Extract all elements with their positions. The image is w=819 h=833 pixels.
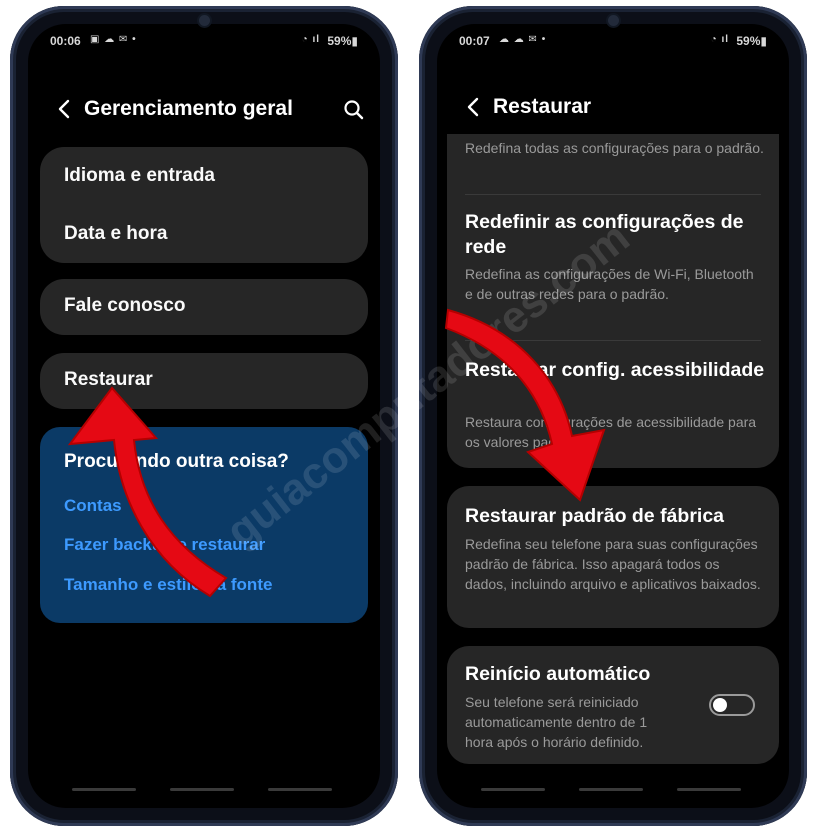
page-title: Restaurar <box>493 95 592 118</box>
divider <box>465 340 761 341</box>
factory-reset-desc: Redefina seu telefone para suas configur… <box>465 536 761 592</box>
auto-restart-title: Reinício automático <box>465 663 651 685</box>
chevron-left-icon <box>58 99 70 119</box>
link-contas[interactable]: Contas <box>64 496 122 516</box>
status-time: 00:07 <box>459 34 490 48</box>
signal-icons: ◔ ıl <box>301 34 320 45</box>
reset-network-title[interactable]: Redefinir as configurações de rede <box>465 210 765 260</box>
signal-icons: ◔ ıl <box>710 34 729 45</box>
auto-restart-desc: Seu telefone será reiniciado automaticam… <box>465 694 648 750</box>
menu-item-idioma[interactable]: Idioma e entrada <box>64 165 215 187</box>
link-backup-restaurar[interactable]: Fazer backup e restaurar <box>64 535 265 555</box>
settings-group-language: Idioma e entrada Data e hora <box>40 147 368 263</box>
factory-reset-title: Restaurar padrão de fábrica <box>465 505 725 527</box>
suggestions-card: Procurando outra coisa? Contas Fazer bac… <box>40 427 368 623</box>
link-tamanho-fonte[interactable]: Tamanho e estilo da fonte <box>64 575 272 595</box>
left-screen: 00:06 ▣ ☁ ✉ • ◔ ıl 59%▮ Gerenciamento ge… <box>28 24 380 808</box>
reset-accessibility-desc: Restaura configurações de acessibilidade… <box>465 414 757 450</box>
right-screen: 00:07 ☁ ☁ ✉ • ◔ ıl 59%▮ Restaurar Redefi… <box>437 24 789 808</box>
battery-indicator: 59%▮ <box>327 34 358 48</box>
app-bar: Restaurar <box>437 92 789 128</box>
divider <box>465 194 761 195</box>
back-button[interactable] <box>50 94 80 124</box>
search-icon <box>344 100 364 120</box>
navigation-bar <box>437 788 789 792</box>
battery-indicator: 59%▮ <box>736 34 767 48</box>
search-button[interactable] <box>340 96 368 124</box>
navigation-bar <box>28 788 380 792</box>
app-bar: Gerenciamento geral <box>28 94 380 130</box>
reset-options-card: Redefina todas as configurações para o p… <box>447 134 779 468</box>
reset-all-desc[interactable]: Redefina todas as configurações para o p… <box>465 138 765 178</box>
front-camera <box>199 15 210 26</box>
notification-icons: ▣ ☁ ✉ • <box>90 34 137 45</box>
auto-restart-toggle[interactable] <box>709 694 755 716</box>
settings-group-contact: Fale conosco <box>40 279 368 335</box>
menu-item-data-hora[interactable]: Data e hora <box>64 223 167 245</box>
auto-restart-card[interactable]: Reinício automático Seu telefone será re… <box>447 646 779 764</box>
menu-item-restaurar[interactable]: Restaurar <box>64 369 153 391</box>
settings-group-reset: Restaurar <box>40 353 368 409</box>
toggle-knob <box>713 698 727 712</box>
notification-icons: ☁ ☁ ✉ • <box>499 34 547 45</box>
left-phone: 00:06 ▣ ☁ ✉ • ◔ ıl 59%▮ Gerenciamento ge… <box>10 6 398 826</box>
status-bar: 00:07 ☁ ☁ ✉ • ◔ ıl 59%▮ <box>459 34 767 50</box>
back-button[interactable] <box>459 92 489 122</box>
status-time: 00:06 <box>50 34 81 48</box>
chevron-left-icon <box>467 97 479 117</box>
right-phone: 00:07 ☁ ☁ ✉ • ◔ ıl 59%▮ Restaurar Redefi… <box>419 6 807 826</box>
status-bar: 00:06 ▣ ☁ ✉ • ◔ ıl 59%▮ <box>50 34 358 50</box>
page-title: Gerenciamento geral <box>84 97 293 120</box>
reset-accessibility-title[interactable]: Restaurar config. acessibilidade <box>465 358 765 383</box>
reset-network-desc: Redefina as configurações de Wi-Fi, Blue… <box>465 266 754 302</box>
suggestions-title: Procurando outra coisa? <box>64 451 289 472</box>
menu-item-fale-conosco[interactable]: Fale conosco <box>64 295 185 317</box>
factory-reset-card[interactable]: Restaurar padrão de fábrica Redefina seu… <box>447 486 779 628</box>
front-camera <box>608 15 619 26</box>
